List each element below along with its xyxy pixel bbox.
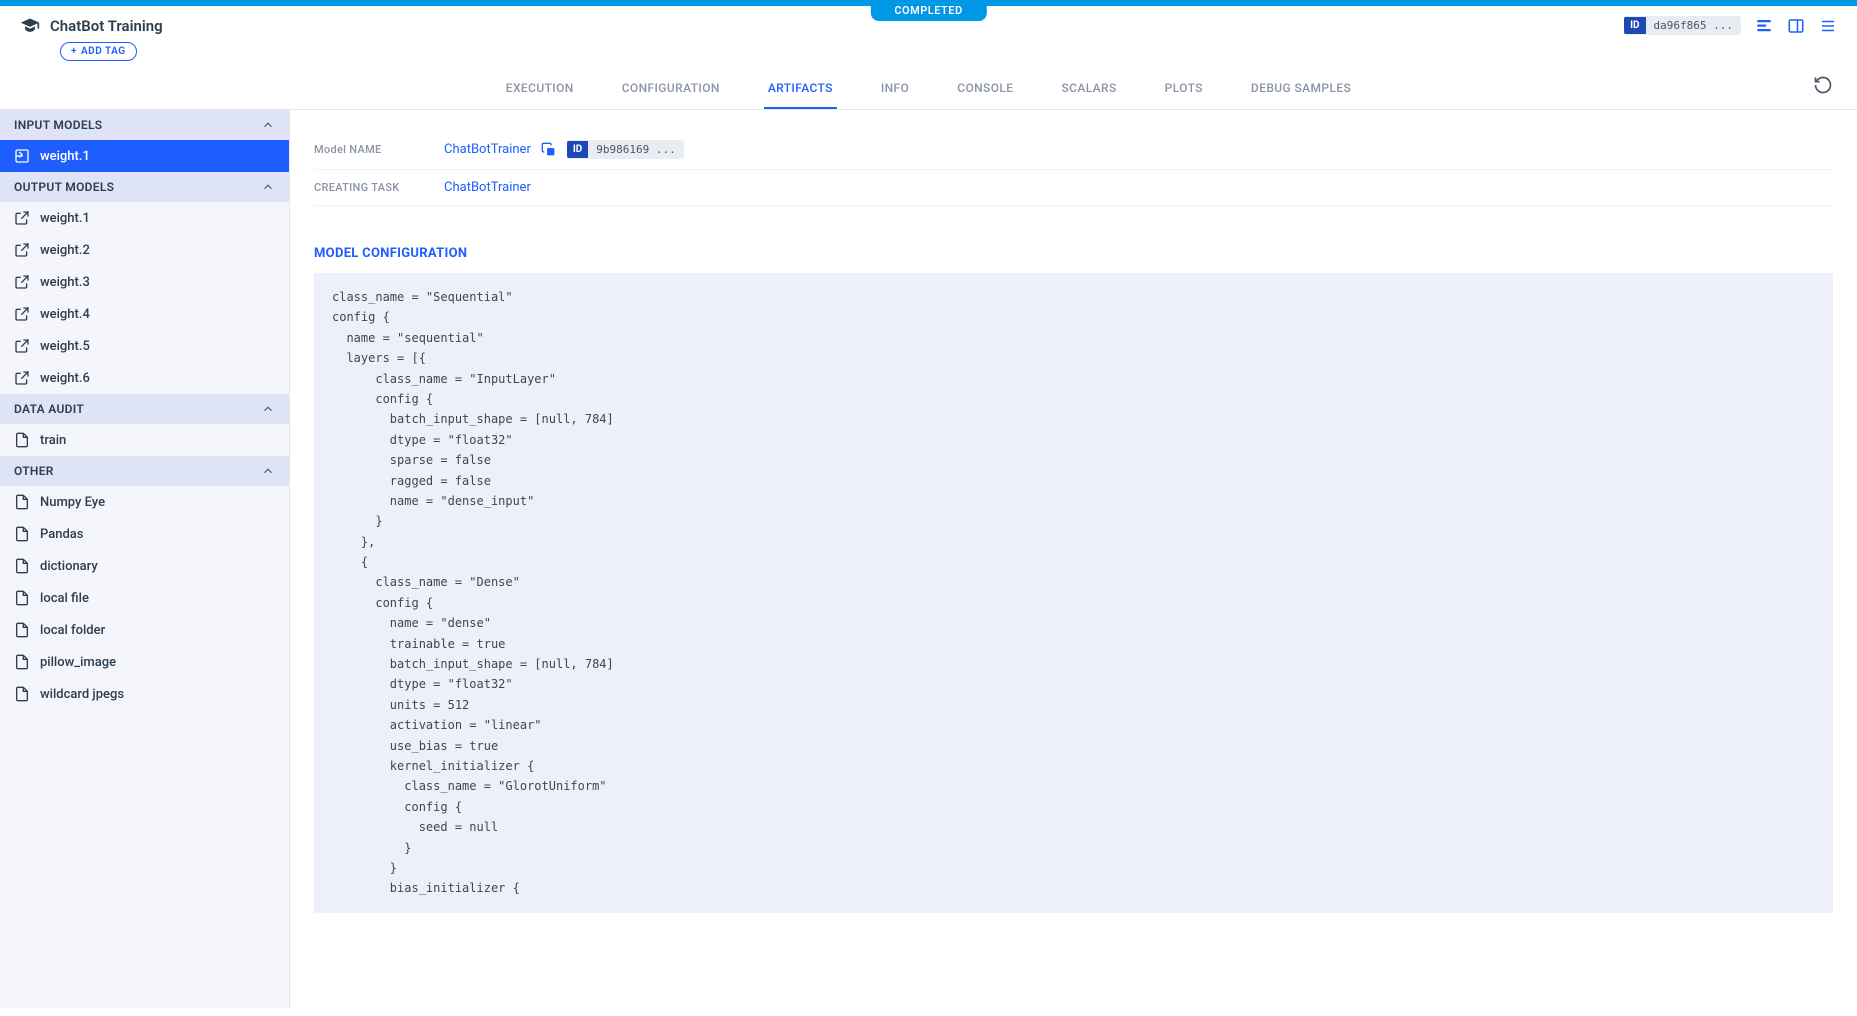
tab-console[interactable]: CONSOLE: [953, 69, 1017, 109]
tab-configuration[interactable]: CONFIGURATION: [618, 69, 724, 109]
sidebar-item-label: weight.1: [40, 149, 90, 164]
sidebar-item-train[interactable]: train: [0, 424, 289, 456]
id-badge-value: da96f865 ...: [1646, 16, 1741, 35]
sidebar-item-label: weight.5: [40, 339, 90, 354]
file-icon: [14, 590, 30, 606]
sidebar-item-weight-1[interactable]: weight.1: [0, 140, 289, 172]
artifacts-sidebar: INPUT MODELS weight.1 OUTPUT MODELS weight.…: [0, 110, 290, 1008]
section-title: OTHER: [14, 464, 54, 478]
sidebar-item-label: train: [40, 433, 66, 448]
sidebar-item-pandas[interactable]: Pandas: [0, 518, 289, 550]
add-tag-label: ADD TAG: [81, 46, 126, 57]
model-id-badge-value: 9b986169 ...: [588, 140, 683, 159]
file-icon: [14, 558, 30, 574]
external-link-icon: [14, 210, 30, 226]
section-title: INPUT MODELS: [14, 118, 102, 132]
sidebar-item-wildcard-jpegs[interactable]: wildcard jpegs: [0, 678, 289, 710]
external-link-icon: [14, 274, 30, 290]
creating-task-link[interactable]: ChatBotTrainer: [444, 180, 531, 195]
sidebar-item-pillow-image[interactable]: pillow_image: [0, 646, 289, 678]
external-link-icon: [14, 370, 30, 386]
model-config-code: class_name = "Sequential" config { name …: [314, 273, 1833, 913]
experiment-id-chip[interactable]: ID da96f865 ...: [1624, 16, 1741, 35]
import-icon: [14, 148, 30, 164]
tab-info[interactable]: INFO: [877, 69, 913, 109]
sidebar-item-label: dictionary: [40, 559, 98, 574]
sidebar-item-local-file[interactable]: local file: [0, 582, 289, 614]
external-link-icon: [14, 306, 30, 322]
sidebar-item-label: weight.1: [40, 211, 90, 226]
model-id-chip[interactable]: ID 9b986169 ...: [567, 140, 684, 159]
tab-debug-samples[interactable]: DEBUG SAMPLES: [1247, 69, 1355, 109]
sidebar-item-label: local file: [40, 591, 89, 606]
chevron-up-icon: [261, 180, 275, 194]
file-icon: [14, 686, 30, 702]
tab-scalars[interactable]: SCALARS: [1057, 69, 1120, 109]
plus-icon: +: [71, 46, 77, 57]
sidebar-item-label: weight.3: [40, 275, 90, 290]
sidebar-item-weight-4[interactable]: weight.4: [0, 298, 289, 330]
model-name-row: Model NAME ChatBotTrainer ID 9b986169 ..…: [314, 130, 1833, 170]
status-banner: COMPLETED: [0, 0, 1857, 6]
sidebar-section-data-audit[interactable]: DATA AUDIT: [0, 394, 289, 424]
artifact-detail: Model NAME ChatBotTrainer ID 9b986169 ..…: [290, 110, 1857, 1008]
file-icon: [14, 494, 30, 510]
sidebar-item-label: pillow_image: [40, 655, 116, 670]
sidebar-item-local-folder[interactable]: local folder: [0, 614, 289, 646]
sidebar-item-weight-3[interactable]: weight.3: [0, 266, 289, 298]
section-title: OUTPUT MODELS: [14, 180, 114, 194]
file-icon: [14, 622, 30, 638]
file-icon: [14, 432, 30, 448]
chevron-up-icon: [261, 118, 275, 132]
sidebar-item-weight-1[interactable]: weight.1: [0, 202, 289, 234]
file-icon: [14, 654, 30, 670]
main-tabs: EXECUTION CONFIGURATION ARTIFACTS INFO CONSO…: [0, 69, 1857, 110]
sidebar-item-label: weight.4: [40, 307, 90, 322]
section-title: DATA AUDIT: [14, 402, 84, 416]
model-config-title: MODEL CONFIGURATION: [314, 246, 1833, 261]
chevron-up-icon: [261, 464, 275, 478]
tab-plots[interactable]: PLOTS: [1161, 69, 1207, 109]
sidebar-item-label: weight.2: [40, 243, 90, 258]
copy-icon[interactable]: [541, 142, 557, 158]
external-link-icon: [14, 338, 30, 354]
model-id-badge-label: ID: [567, 141, 588, 158]
creating-task-row: CREATING TASK ChatBotTrainer: [314, 170, 1833, 206]
graduation-cap-icon: [20, 16, 40, 36]
refresh-icon[interactable]: [1813, 75, 1833, 95]
sidebar-item-weight-5[interactable]: weight.5: [0, 330, 289, 362]
status-pill: COMPLETED: [870, 0, 986, 21]
sidebar-section-other[interactable]: OTHER: [0, 456, 289, 486]
sidebar-item-weight-2[interactable]: weight.2: [0, 234, 289, 266]
sidebar-section-input-models[interactable]: INPUT MODELS: [0, 110, 289, 140]
sidebar-item-dictionary[interactable]: dictionary: [0, 550, 289, 582]
sidebar-item-label: weight.6: [40, 371, 90, 386]
expand-panel-icon[interactable]: [1787, 17, 1805, 35]
sidebar-item-weight-6[interactable]: weight.6: [0, 362, 289, 394]
sidebar-item-numpy-eye[interactable]: Numpy Eye: [0, 486, 289, 518]
sidebar-item-label: local folder: [40, 623, 105, 638]
add-tag-button[interactable]: + ADD TAG: [60, 42, 137, 61]
creating-task-label: CREATING TASK: [314, 181, 424, 194]
model-name-label: Model NAME: [314, 143, 424, 156]
page-title: ChatBot Training: [50, 17, 163, 35]
details-panel-icon[interactable]: [1755, 17, 1773, 35]
id-badge-label: ID: [1624, 17, 1645, 34]
chevron-up-icon: [261, 402, 275, 416]
tab-artifacts[interactable]: ARTIFACTS: [764, 69, 837, 109]
external-link-icon: [14, 242, 30, 258]
sidebar-item-label: Numpy Eye: [40, 495, 105, 510]
tab-execution[interactable]: EXECUTION: [502, 69, 578, 109]
menu-icon[interactable]: [1819, 17, 1837, 35]
file-icon: [14, 526, 30, 542]
model-name-link[interactable]: ChatBotTrainer: [444, 142, 531, 157]
sidebar-item-label: wildcard jpegs: [40, 687, 124, 702]
sidebar-item-label: Pandas: [40, 527, 84, 542]
sidebar-section-output-models[interactable]: OUTPUT MODELS: [0, 172, 289, 202]
